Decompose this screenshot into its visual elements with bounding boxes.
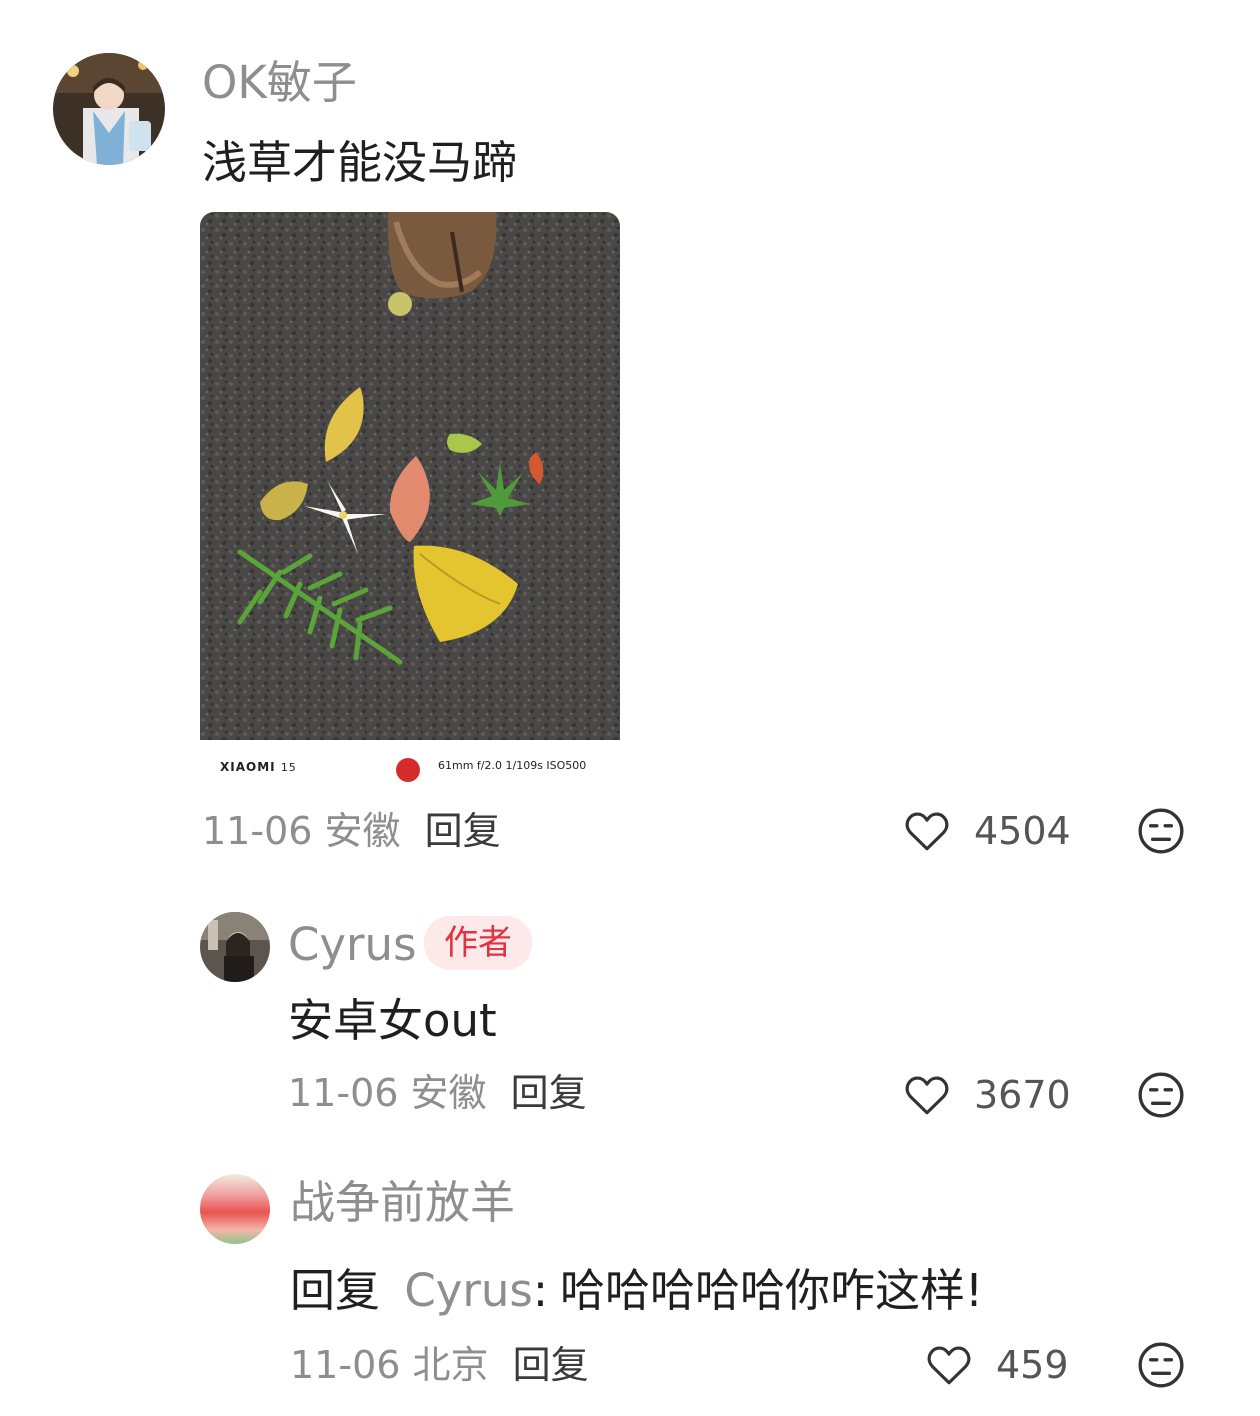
reply-separator: : — [532, 1264, 549, 1317]
like-count: 4504 — [974, 809, 1071, 853]
comment-date: 11-06 — [290, 1343, 401, 1387]
dislike-face-icon[interactable] — [1136, 806, 1186, 856]
like-count: 3670 — [974, 1073, 1071, 1117]
heart-icon[interactable] — [902, 1070, 952, 1120]
avatar[interactable] — [200, 912, 270, 982]
comment-location: 安徽 — [410, 1071, 487, 1115]
comment-date: 11-06 — [288, 1071, 399, 1115]
camera-specs: 61mm f/2.0 1/109s ISO500 — [438, 759, 587, 772]
heart-icon[interactable] — [902, 806, 952, 856]
dislike-face-icon[interactable] — [1136, 1340, 1186, 1390]
username[interactable]: 战争前放羊 — [290, 1180, 515, 1225]
reply-target-user[interactable]: Cyrus — [404, 1264, 533, 1317]
reply-button[interactable]: 回复 — [425, 809, 501, 853]
comment-meta: 11-06 安徽 回复 — [202, 812, 501, 850]
comment-location: 北京 — [412, 1343, 489, 1387]
like-count: 459 — [996, 1343, 1069, 1387]
username[interactable]: Cyrus — [288, 922, 417, 967]
dislike-face-icon[interactable] — [1136, 1070, 1186, 1120]
comment-meta: 11-06 安徽 回复 — [288, 1074, 587, 1112]
reply-prefix: 回复 — [290, 1264, 381, 1317]
camera-brand: XIAOMI 15 — [220, 760, 297, 774]
heart-icon[interactable] — [924, 1340, 974, 1390]
reply-body: 哈哈哈哈哈你咋这样! — [560, 1264, 984, 1317]
comment-meta: 11-06 北京 回复 — [290, 1346, 589, 1384]
comment-location: 安徽 — [324, 809, 401, 853]
reply-button[interactable]: 回复 — [511, 1071, 587, 1115]
comment-text: 安卓女out — [288, 994, 497, 1047]
avatar[interactable] — [53, 53, 165, 165]
avatar[interactable] — [200, 1174, 270, 1244]
comment-text: 回复 Cyrus: 哈哈哈哈哈你咋这样! — [290, 1268, 983, 1313]
reply-button[interactable]: 回复 — [513, 1343, 589, 1387]
comment-image[interactable]: XIAOMI 15 61mm f/2.0 1/109s ISO500 — [200, 212, 620, 792]
author-badge: 作者 — [424, 916, 532, 970]
comment-date: 11-06 — [202, 809, 313, 853]
comment-text: 浅草才能没马蹄 — [202, 136, 518, 189]
username[interactable]: OK敏子 — [202, 60, 357, 105]
